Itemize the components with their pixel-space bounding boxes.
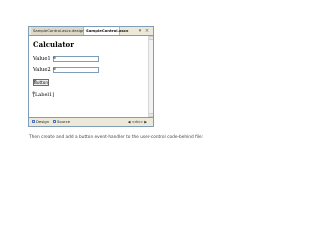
control-glyph-icon: ⊕ — [52, 66, 57, 71]
page-title: Calculator — [33, 40, 74, 49]
result-label[interactable]: ⊕ [Label1] — [32, 90, 55, 98]
vertical-scrollbar[interactable] — [148, 36, 153, 117]
control-glyph-icon: ⊕ — [32, 90, 36, 95]
control-glyph-icon: ⊕ — [33, 78, 37, 83]
tab-source[interactable]: Source — [52, 119, 70, 125]
design-surface[interactable]: Calculator Value1 ⊕ Value2 ⊕ ⊕ Button ⊕ … — [29, 36, 148, 117]
tab-designer-cs[interactable]: SampleControl.ascx.designer.cs — [31, 27, 93, 35]
value2-label: Value2 — [33, 67, 51, 73]
page-root: SampleControl.ascx.designer.cs SampleCon… — [0, 0, 320, 247]
value2-input[interactable]: ⊕ — [52, 66, 99, 73]
value1-row: Value1 ⊕ — [33, 55, 99, 62]
editor-window: SampleControl.ascx.designer.cs SampleCon… — [28, 26, 154, 127]
tab-design[interactable]: Design — [31, 119, 49, 125]
scroll-up-arrow[interactable] — [149, 36, 153, 40]
tag-breadcrumb[interactable]: ◀ <div> ▶ — [128, 119, 147, 125]
tab-ascx[interactable]: SampleControl.ascx — [84, 27, 129, 35]
result-label-text: [Label1] — [33, 92, 55, 98]
close-icon[interactable]: × — [144, 28, 150, 34]
value1-input[interactable]: ⊕ — [52, 55, 99, 62]
tab-bar-controls: ▾ × — [137, 28, 150, 34]
value1-label: Value1 — [33, 56, 51, 62]
caption-text: Then create and add a button event-handl… — [29, 135, 204, 140]
calculate-button[interactable]: ⊕ Button — [33, 78, 49, 86]
chevron-down-icon[interactable]: ▾ — [137, 28, 143, 34]
document-tab-bar: SampleControl.ascx.designer.cs SampleCon… — [29, 27, 153, 36]
control-glyph-icon: ⊕ — [52, 55, 57, 60]
value2-row: Value2 ⊕ — [33, 66, 99, 73]
view-switcher-bar: Design Source ◀ <div> ▶ — [29, 117, 153, 126]
